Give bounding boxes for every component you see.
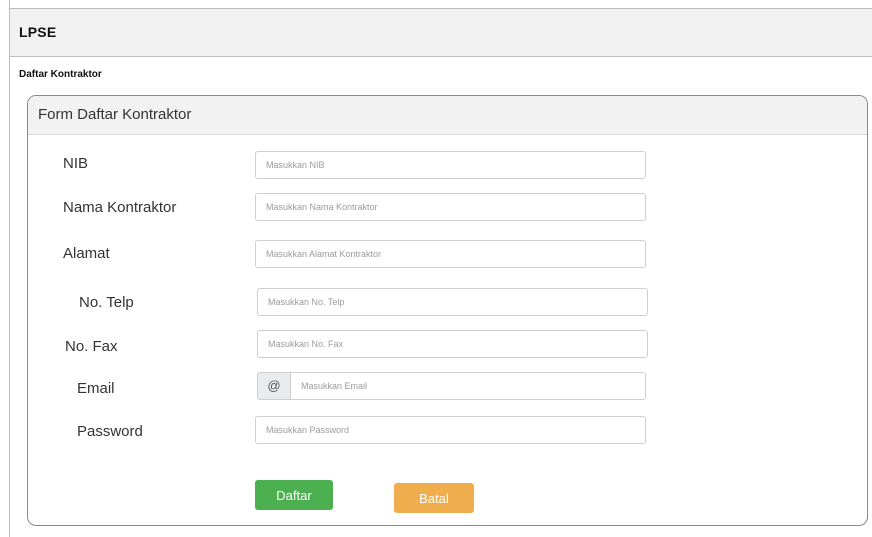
email-input[interactable]: [290, 372, 646, 400]
form-card-header: Form Daftar Kontraktor: [28, 96, 867, 135]
form-title: Form Daftar Kontraktor: [38, 106, 192, 123]
alamat-input[interactable]: [255, 240, 646, 268]
register-form-card: Form Daftar Kontraktor NIB Nama Kontrakt…: [27, 95, 868, 526]
nib-label: NIB: [63, 155, 89, 172]
batal-button[interactable]: Batal: [394, 483, 474, 513]
page-title: Daftar Kontraktor: [19, 69, 102, 80]
nib-input[interactable]: [255, 151, 646, 179]
nama-kontraktor-input[interactable]: [255, 193, 646, 221]
telp-input[interactable]: [257, 288, 648, 316]
brand-logo-text[interactable]: LPSE: [19, 24, 56, 40]
email-label: Email: [77, 380, 115, 397]
at-sign-icon: @: [257, 372, 291, 400]
top-navbar: LPSE: [10, 8, 872, 57]
nama-kontraktor-label: Nama Kontraktor: [63, 199, 177, 216]
page: LPSE Daftar Kontraktor Form Daftar Kontr…: [9, 0, 872, 537]
daftar-button[interactable]: Daftar: [255, 480, 333, 510]
password-input[interactable]: [255, 416, 646, 444]
fax-label: No. Fax: [65, 338, 118, 355]
fax-input[interactable]: [257, 330, 648, 358]
alamat-label: Alamat: [63, 245, 110, 262]
telp-label: No. Telp: [79, 294, 134, 311]
password-label: Password: [77, 423, 143, 440]
